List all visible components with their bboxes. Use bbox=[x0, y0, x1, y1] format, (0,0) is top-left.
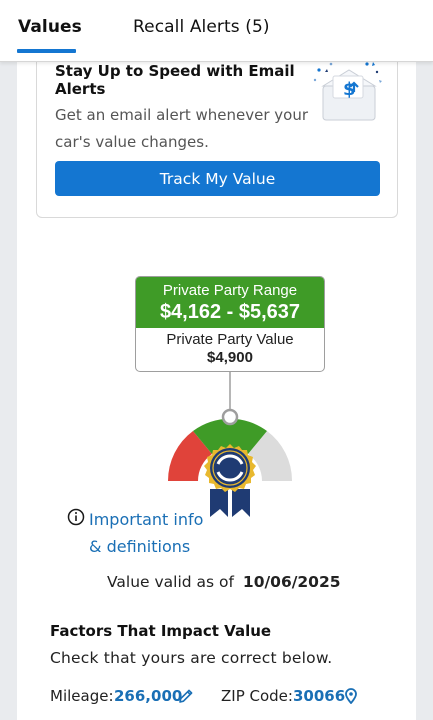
mileage-value[interactable]: 266,000 bbox=[114, 687, 182, 705]
email-alert-description: Get an email alert whenever your car's v… bbox=[55, 106, 309, 151]
active-tab-indicator bbox=[17, 49, 76, 53]
main-content: Stay Up to Speed with Email Alerts Get a… bbox=[17, 58, 416, 720]
private-party-range-box: Private Party Range $4,162 - $5,637 Priv… bbox=[135, 276, 325, 372]
valid-label: Value valid as of bbox=[107, 573, 234, 591]
range-label: Private Party Range bbox=[162, 282, 298, 299]
envelope-dollar-icon: $ bbox=[313, 58, 382, 121]
range-value: $4,162 - $5,637 bbox=[159, 301, 301, 323]
factors-title: Factors That Impact Value bbox=[50, 622, 272, 640]
email-alert-card: Stay Up to Speed with Email Alerts Get a… bbox=[36, 58, 398, 218]
valid-date: 10/06/2025 bbox=[242, 573, 341, 591]
value-valid-date: Value valid as of 10/06/2025 bbox=[107, 573, 341, 591]
kbb-badge-icon bbox=[204, 444, 256, 517]
important-info-link[interactable]: Important info bbox=[89, 510, 203, 529]
zip-value[interactable]: 30066 bbox=[293, 687, 345, 705]
pencil-icon[interactable] bbox=[178, 688, 194, 704]
zip-label: ZIP Code: bbox=[221, 687, 293, 705]
tab-bar: Values Recall Alerts (5) bbox=[0, 0, 433, 62]
tab-recall-alerts[interactable]: Recall Alerts (5) bbox=[133, 17, 270, 37]
range-header: Private Party Range $4,162 - $5,637 bbox=[136, 277, 324, 328]
tab-values[interactable]: Values bbox=[18, 17, 82, 37]
location-pin-icon[interactable] bbox=[343, 688, 359, 704]
gauge-needle-pin bbox=[221, 408, 239, 426]
factor-fields-row: Mileage: 266,000 ZIP Code: 30066 bbox=[50, 687, 410, 709]
info-icon[interactable] bbox=[67, 508, 85, 526]
private-party-value-label: Private Party Value bbox=[166, 331, 294, 348]
track-my-value-button[interactable]: Track My Value bbox=[55, 161, 380, 196]
private-party-value: $4,900 bbox=[207, 349, 253, 366]
value-gauge bbox=[167, 371, 293, 517]
mileage-label: Mileage: bbox=[50, 687, 114, 705]
definitions-link[interactable]: & definitions bbox=[89, 537, 190, 556]
factors-subtitle: Check that yours are correct below. bbox=[50, 649, 333, 667]
email-alert-title: Stay Up to Speed with Email Alerts bbox=[55, 62, 295, 98]
